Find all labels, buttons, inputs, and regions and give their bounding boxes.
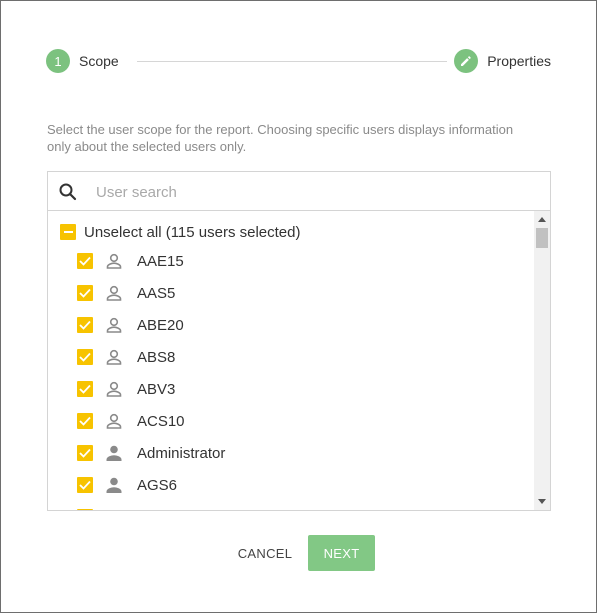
step-number-badge: 1 xyxy=(46,49,70,73)
report-scope-dialog: 1 Scope Properties Select the user scope… xyxy=(0,0,597,613)
checkbox-checked[interactable] xyxy=(77,413,93,429)
user-name: Administrator xyxy=(137,444,226,462)
list-item[interactable]: ACS10 xyxy=(77,411,185,431)
list-item[interactable]: ABV3 xyxy=(77,379,175,399)
list-item[interactable]: AAE15 xyxy=(77,251,184,271)
list-item-partial[interactable] xyxy=(77,507,93,510)
scroll-down-arrow-icon[interactable] xyxy=(538,499,546,504)
checkbox-checked[interactable] xyxy=(77,253,93,269)
user-search-input[interactable] xyxy=(94,178,528,206)
pencil-icon xyxy=(454,49,479,73)
user-name: AGS6 xyxy=(137,476,178,494)
user-name: ACS10 xyxy=(137,412,185,430)
step-label-scope: Scope xyxy=(79,53,119,69)
list-scrollbar[interactable] xyxy=(534,211,550,510)
user-outline-icon xyxy=(105,380,123,398)
unselect-all-label: Unselect all (115 users selected) xyxy=(84,223,301,241)
checkbox-checked[interactable] xyxy=(77,285,93,301)
user-outline-icon xyxy=(105,316,123,334)
checkbox-checked[interactable] xyxy=(77,509,93,510)
list-item[interactable]: Administrator xyxy=(77,443,225,463)
user-outline-icon xyxy=(105,348,123,366)
checkbox-checked[interactable] xyxy=(77,349,93,365)
user-outline-icon xyxy=(105,284,123,302)
list-item[interactable]: AGS6 xyxy=(77,475,177,495)
user-name: AAS5 xyxy=(137,284,176,302)
user-name: AAE15 xyxy=(137,252,184,270)
checkbox-checked[interactable] xyxy=(77,317,93,333)
user-scope-panel: Unselect all (115 users selected) AAE15 … xyxy=(47,171,551,511)
search-bar xyxy=(48,172,550,211)
next-button[interactable]: NEXT xyxy=(308,535,375,571)
scope-description: Select the user scope for the report. Ch… xyxy=(47,122,514,154)
search-icon xyxy=(58,182,78,202)
step-label-properties: Properties xyxy=(487,53,551,69)
scroll-up-arrow-icon[interactable] xyxy=(538,217,546,222)
stepper: 1 Scope Properties xyxy=(46,49,551,73)
step-scope: 1 Scope xyxy=(46,49,119,73)
unselect-all-row[interactable]: Unselect all (115 users selected) xyxy=(60,223,301,241)
stepper-connector xyxy=(137,61,447,62)
cancel-button[interactable]: CANCEL xyxy=(229,537,301,569)
checkbox-checked[interactable] xyxy=(77,445,93,461)
step-properties: Properties xyxy=(454,49,551,73)
list-item[interactable]: AAS5 xyxy=(77,283,175,303)
checkbox-checked[interactable] xyxy=(77,477,93,493)
user-filled-icon xyxy=(105,444,123,462)
user-name: ABV3 xyxy=(137,380,176,398)
list-item[interactable]: ABE20 xyxy=(77,315,184,335)
user-list: Unselect all (115 users selected) AAE15 … xyxy=(48,211,534,510)
indeterminate-checkbox[interactable] xyxy=(60,224,76,240)
user-filled-icon xyxy=(105,476,123,494)
scroll-thumb[interactable] xyxy=(536,228,548,248)
user-outline-icon xyxy=(105,252,123,270)
user-name: ABE20 xyxy=(137,316,184,334)
checkbox-checked[interactable] xyxy=(77,381,93,397)
user-name: ABS8 xyxy=(137,348,176,366)
list-item[interactable]: ABS8 xyxy=(77,347,175,367)
user-outline-icon xyxy=(105,412,123,430)
